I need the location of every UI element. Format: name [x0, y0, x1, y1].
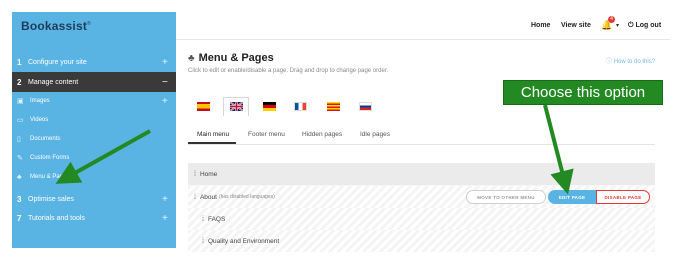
nav-number: 1	[17, 57, 22, 67]
page-subtitle: Click to edit or enable/disable a page. …	[188, 68, 389, 74]
expand-icon[interactable]: +	[162, 57, 176, 68]
page-label: Home	[199, 170, 218, 178]
list-item[interactable]: ⁞ FAQS	[188, 208, 655, 230]
collapse-icon[interactable]: −	[162, 77, 176, 88]
image-icon: ▣	[17, 98, 24, 105]
nav-label: Optimise sales	[28, 195, 74, 203]
page-label: Quality and Environment	[207, 237, 280, 245]
sidebar-item-label: Images	[30, 98, 50, 104]
logout-label: Log out	[635, 22, 662, 29]
sidebar: Bookassist® 1 Configure your site + 2 Ma…	[12, 12, 176, 248]
sidebar-item-videos[interactable]: ▭ Videos	[12, 111, 176, 129]
brand-logo[interactable]: Bookassist®	[12, 12, 176, 42]
page-label: FAQS	[207, 215, 226, 223]
nav-number: 3	[17, 194, 22, 204]
flag-french-icon[interactable]	[294, 102, 307, 111]
pages-list: ⁞ Home ⁞ About (has disabled languages) …	[188, 163, 655, 252]
nav-label: Manage content	[28, 78, 79, 86]
nav-number: 2	[17, 77, 22, 87]
home-link[interactable]: Home	[531, 22, 550, 29]
sidebar-item-custom-forms[interactable]: ✎ Custom Forms	[12, 149, 176, 167]
list-item[interactable]: ⁞ Quality and Environment	[188, 230, 655, 252]
flag-russian-icon[interactable]	[359, 102, 372, 111]
nav-optimise-sales[interactable]: 3 Optimise sales +	[12, 189, 176, 209]
nav-manage-content[interactable]: 2 Manage content −	[12, 72, 176, 92]
tab-idle-pages[interactable]: Idle pages	[360, 131, 390, 138]
nav-number: 7	[17, 213, 22, 223]
chevron-down-icon[interactable]: ▾	[616, 22, 619, 29]
expand-icon[interactable]: +	[162, 194, 176, 205]
sidebar-item-label: Menu & Pages	[30, 174, 70, 180]
drag-handle-icon[interactable]: ⁞	[202, 216, 204, 223]
form-icon: ✎	[17, 155, 23, 162]
flag-german-icon[interactable]	[263, 102, 276, 111]
nav-label: Tutorials and tools	[28, 214, 85, 222]
video-icon: ▭	[17, 117, 24, 124]
tabs-divider	[188, 144, 655, 145]
document-icon: ▯	[17, 136, 21, 143]
page-note: (has disabled languages)	[218, 194, 275, 200]
sidebar-item-menu-pages[interactable]: ♣ Menu & Pages	[12, 168, 176, 186]
sidebar-item-documents[interactable]: ▯ Documents	[12, 130, 176, 148]
list-item[interactable]: ⁞ Home	[188, 163, 655, 185]
power-icon: ⏻	[628, 22, 634, 29]
drag-handle-icon[interactable]: ⁞	[194, 171, 196, 178]
page-title: ♣ Menu & Pages	[188, 52, 274, 64]
tab-hidden-pages[interactable]: Hidden pages	[302, 131, 342, 138]
info-icon: ⓘ	[606, 59, 613, 65]
nav-tutorials-tools[interactable]: 7 Tutorials and tools +	[12, 208, 176, 228]
tab-main-menu[interactable]: Main menu	[197, 131, 229, 138]
sidebar-item-label: Documents	[30, 136, 61, 142]
notification-badge: 4	[608, 16, 615, 23]
expand-icon[interactable]: +	[162, 96, 176, 107]
sitemap-icon: ♣	[17, 173, 22, 181]
tab-footer-menu[interactable]: Footer menu	[248, 131, 285, 138]
logout-link[interactable]: ⏻ Log out	[628, 22, 661, 30]
annotation-callout: Choose this option	[503, 80, 663, 105]
disable-page-button[interactable]: DISABLE PAGE	[596, 190, 650, 204]
drag-handle-icon[interactable]: ⁞	[202, 238, 204, 245]
edit-page-button[interactable]: EDIT PAGE	[548, 190, 596, 204]
flag-catalan-icon[interactable]	[327, 102, 340, 111]
sidebar-item-images[interactable]: ▣ Images +	[12, 92, 176, 110]
move-to-other-menu-button[interactable]: MOVE TO OTHER MENU	[466, 190, 546, 204]
brand-name: Bookassist®	[21, 19, 91, 33]
nav-configure-site[interactable]: 1 Configure your site +	[12, 52, 176, 72]
flag-english-icon[interactable]	[230, 102, 243, 111]
sidebar-item-label: Videos	[30, 117, 49, 123]
top-bar: Home View site 🔔 4 ▾ ⏻ Log out	[176, 12, 670, 40]
view-site-link[interactable]: View site	[561, 22, 591, 29]
drag-handle-icon[interactable]: ⁞	[194, 194, 196, 201]
flag-spanish-icon[interactable]	[197, 102, 210, 111]
sitemap-icon: ♣	[188, 53, 195, 64]
nav-label: Configure your site	[28, 58, 87, 66]
sidebar-item-label: Custom Forms	[30, 155, 70, 161]
page-label: About	[199, 193, 217, 201]
how-to-link[interactable]: ⓘ How to do this?	[606, 56, 655, 65]
expand-icon[interactable]: +	[162, 213, 176, 224]
